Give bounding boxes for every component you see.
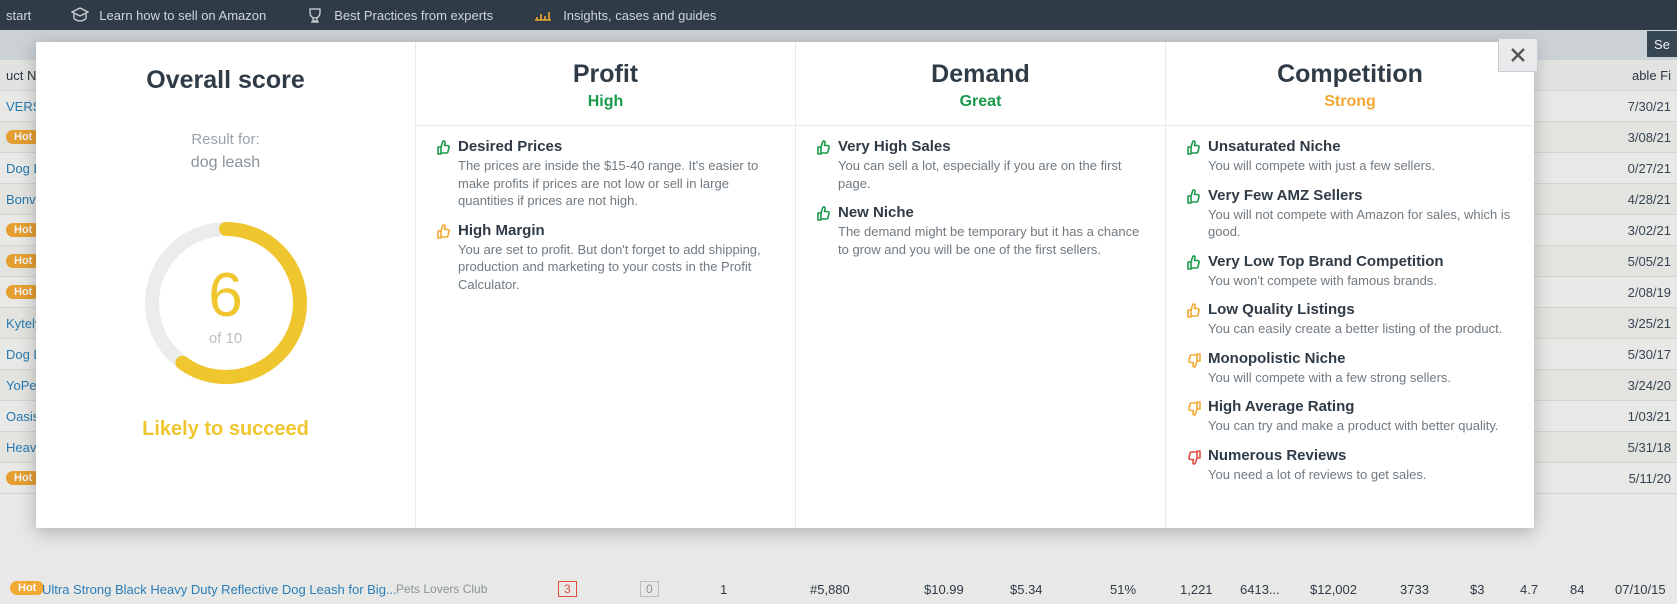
nav-item-label: Best Practices from experts <box>334 8 493 23</box>
factor-item: High Average Rating You can try and make … <box>1186 398 1514 435</box>
demand-column: Demand Great Very High Sales You can sell a… <box>796 42 1166 528</box>
cell: 4.7 <box>1520 582 1538 597</box>
cell: 1,221 <box>1180 582 1213 597</box>
brand-label: Pets Lovers Club <box>396 582 487 596</box>
badge-red: 3 <box>558 581 577 597</box>
overall-keyword: dog leash <box>36 154 415 172</box>
thumb-down-icon <box>1186 400 1202 416</box>
factor-title: New Niche <box>838 204 1145 221</box>
factor-title: Desired Prices <box>458 138 775 155</box>
score-ring: 6 of 10 <box>141 218 311 388</box>
nav-item-label: Insights, cases and guides <box>563 8 716 23</box>
cell: #5,880 <box>810 582 850 597</box>
factor-item: High Margin You are set to profit. But do… <box>436 222 775 294</box>
thumb-up-icon <box>1186 140 1202 156</box>
nav-item-label: Learn how to sell on Amazon <box>99 8 266 23</box>
nav-item-learn[interactable]: Learn how to sell on Amazon <box>71 6 266 24</box>
nav-start-stub: start <box>6 8 31 23</box>
cell: 51% <box>1110 582 1136 597</box>
thumb-down-icon <box>1186 352 1202 368</box>
factor-desc: You can try and make a product with bett… <box>1208 417 1514 435</box>
competition-column: Competition Strong Unsaturated Niche You wi… <box>1166 42 1534 528</box>
factor-title: High Average Rating <box>1208 398 1514 415</box>
factor-title: Low Quality Listings <box>1208 301 1514 318</box>
top-navbar: start Learn how to sell on Amazon Best P… <box>0 0 1677 30</box>
factor-desc: You are set to profit. But don't forget … <box>458 241 775 294</box>
cell: $10.99 <box>924 582 964 597</box>
factor-title: Very High Sales <box>838 138 1145 155</box>
thumb-up-icon <box>436 224 452 240</box>
cell: 84 <box>1570 582 1584 597</box>
cell: $3 <box>1470 582 1484 597</box>
product-name-link[interactable]: Ultra Strong Black Heavy Duty Reflective… <box>42 582 397 597</box>
thumb-down-icon <box>1186 449 1202 465</box>
factor-desc: You need a lot of reviews to get sales. <box>1208 466 1514 484</box>
cell: 3733 <box>1400 582 1429 597</box>
factor-item: Monopolistic Niche You will compete with … <box>1186 350 1514 387</box>
factor-desc: The demand might be temporary but it has… <box>838 223 1145 258</box>
cell: 6413... <box>1240 582 1280 597</box>
table-row[interactable]: Hot Ultra Strong Black Heavy Duty Reflec… <box>0 574 1677 604</box>
factor-desc: The prices are inside the $15-40 range. … <box>458 157 775 210</box>
section-subtitle: Great <box>796 93 1165 111</box>
factor-title: Very Few AMZ Sellers <box>1208 187 1514 204</box>
section-title: Profit <box>416 60 795 89</box>
nav-item-best[interactable]: Best Practices from experts <box>306 6 493 24</box>
score-modal: Overall score Result for: dog leash 6 of… <box>36 42 1534 528</box>
factor-title: Monopolistic Niche <box>1208 350 1514 367</box>
profit-column: Profit High Desired Prices The prices are i… <box>416 42 796 528</box>
factor-item: Desired Prices The prices are inside the … <box>436 138 775 210</box>
overall-column: Overall score Result for: dog leash 6 of… <box>36 42 416 528</box>
factor-desc: You can easily create a better listing o… <box>1208 320 1514 338</box>
cell: $12,002 <box>1310 582 1357 597</box>
verdict-label: Likely to succeed <box>36 418 415 441</box>
section-title: Competition <box>1166 60 1534 89</box>
factor-desc: You will not compete with Amazon for sal… <box>1208 206 1514 241</box>
thumb-up-icon <box>816 206 832 222</box>
overall-title: Overall score <box>36 66 415 95</box>
nav-item-insights[interactable]: Insights, cases and guides <box>533 6 716 24</box>
factor-desc: You will compete with just a few sellers… <box>1208 157 1514 175</box>
factor-desc: You won't compete with famous brands. <box>1208 272 1514 290</box>
section-title: Demand <box>796 60 1165 89</box>
factor-item: Very Few AMZ Sellers You will not compete… <box>1186 187 1514 241</box>
overall-result-label: Result for: <box>36 131 415 148</box>
factor-desc: You can sell a lot, especially if you ar… <box>838 157 1145 192</box>
factor-item: Very High Sales You can sell a lot, espec… <box>816 138 1145 192</box>
score-of: of 10 <box>141 330 311 347</box>
thumb-up-icon <box>436 140 452 156</box>
section-subtitle: High <box>416 93 795 111</box>
thumb-up-icon <box>1186 303 1202 319</box>
trophy-icon <box>306 6 324 24</box>
thumb-up-icon <box>1186 255 1202 271</box>
factor-item: Numerous Reviews You need a lot of review… <box>1186 447 1514 484</box>
factor-item: Low Quality Listings You can easily creat… <box>1186 301 1514 338</box>
factor-item: Very Low Top Brand Competition You won't … <box>1186 253 1514 290</box>
cell: $5.34 <box>1010 582 1043 597</box>
factor-title: Very Low Top Brand Competition <box>1208 253 1514 270</box>
cell: 1 <box>720 582 727 597</box>
graduation-icon <box>71 6 89 24</box>
factor-title: Unsaturated Niche <box>1208 138 1514 155</box>
factor-desc: You will compete with a few strong selle… <box>1208 369 1514 387</box>
thumb-up-icon <box>1186 189 1202 205</box>
cell: 07/10/15 <box>1615 582 1666 597</box>
factor-item: New Niche The demand might be temporary b… <box>816 204 1145 258</box>
badge-gray: 0 <box>640 581 659 597</box>
section-subtitle: Strong <box>1166 93 1534 111</box>
score-number: 6 <box>141 260 311 331</box>
factor-item: Unsaturated Niche You will compete with j… <box>1186 138 1514 175</box>
hot-badge: Hot <box>10 581 44 595</box>
factor-title: Numerous Reviews <box>1208 447 1514 464</box>
factor-title: High Margin <box>458 222 775 239</box>
thumb-up-icon <box>816 140 832 156</box>
insights-icon <box>533 6 553 24</box>
